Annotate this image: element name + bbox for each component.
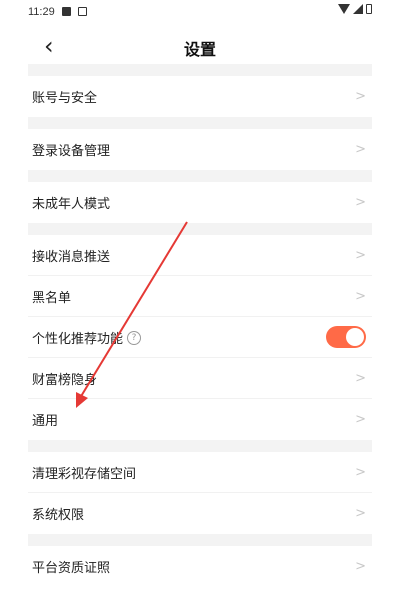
- page-title: 设置: [183, 40, 216, 59]
- platform-certificates-item[interactable]: 平台资质证照 >: [28, 546, 372, 587]
- item-label: 接收消息推送: [32, 249, 111, 265]
- battery-icon: [366, 4, 372, 14]
- item-label: 清理彩视存储空间: [32, 466, 137, 482]
- section-divider: [28, 440, 372, 452]
- settings-group: 清理彩视存储空间 > 系统权限 >: [28, 452, 372, 534]
- chevron-right-icon: >: [355, 370, 366, 386]
- chevron-right-icon: >: [355, 464, 366, 480]
- nav-bar: ‹ 设置: [0, 28, 400, 64]
- item-label: 财富榜隐身: [32, 372, 98, 388]
- chevron-right-icon: >: [355, 247, 366, 263]
- settings-group: 未成年人模式 >: [28, 182, 372, 223]
- item-label: 个性化推荐功能: [32, 331, 124, 347]
- sim-notification-icon: [78, 7, 87, 16]
- settings-group: 账号与安全 >: [28, 76, 372, 117]
- item-label: 平台资质证照: [32, 561, 111, 576]
- item-label: 登录设备管理: [32, 144, 111, 159]
- clear-storage-item[interactable]: 清理彩视存储空间 >: [28, 452, 372, 493]
- section-divider: [28, 170, 372, 182]
- status-time: 11:29: [28, 6, 55, 18]
- recommendation-toggle[interactable]: [326, 326, 366, 348]
- section-divider: [28, 534, 372, 546]
- item-label: 未成年人模式: [32, 197, 111, 212]
- signal-icon: [353, 4, 363, 14]
- item-label: 系统权限: [32, 508, 85, 523]
- settings-group: 平台资质证照 >: [28, 546, 372, 587]
- status-icons: [338, 4, 372, 14]
- blacklist-item[interactable]: 黑名单 >: [28, 276, 372, 317]
- system-permissions-item[interactable]: 系统权限 >: [28, 493, 372, 534]
- wifi-icon: [338, 4, 350, 14]
- account-security-item[interactable]: 账号与安全 >: [28, 76, 372, 117]
- chevron-right-icon: >: [355, 142, 366, 157]
- section-divider: [28, 223, 372, 235]
- chevron-right-icon: >: [355, 412, 366, 427]
- wealth-rank-hidden-item[interactable]: 财富榜隐身 >: [28, 358, 372, 399]
- personalized-recommendation-item: 个性化推荐功能?: [28, 317, 372, 358]
- status-bar: 11:29: [0, 0, 400, 28]
- chevron-right-icon: >: [355, 559, 366, 574]
- chevron-right-icon: >: [355, 89, 366, 104]
- section-divider: [28, 64, 372, 76]
- settings-group: 接收消息推送 > 黑名单 > 个性化推荐功能? 财富榜隐身 > 通用 >: [28, 235, 372, 440]
- item-label: 通用: [32, 414, 59, 429]
- item-label: 账号与安全: [32, 91, 98, 106]
- general-item[interactable]: 通用 >: [28, 399, 372, 440]
- chevron-right-icon: >: [355, 288, 366, 304]
- toggle-knob: [346, 328, 364, 346]
- help-icon[interactable]: ?: [127, 331, 142, 345]
- section-divider: [28, 117, 372, 129]
- chevron-right-icon: >: [355, 506, 366, 521]
- push-notification-item[interactable]: 接收消息推送 >: [28, 235, 372, 276]
- image-notification-icon: [62, 7, 71, 16]
- item-label: 黑名单: [32, 290, 72, 306]
- device-management-item[interactable]: 登录设备管理 >: [28, 129, 372, 170]
- settings-group: 登录设备管理 >: [28, 129, 372, 170]
- chevron-right-icon: >: [355, 195, 366, 210]
- minor-mode-item[interactable]: 未成年人模式 >: [28, 182, 372, 223]
